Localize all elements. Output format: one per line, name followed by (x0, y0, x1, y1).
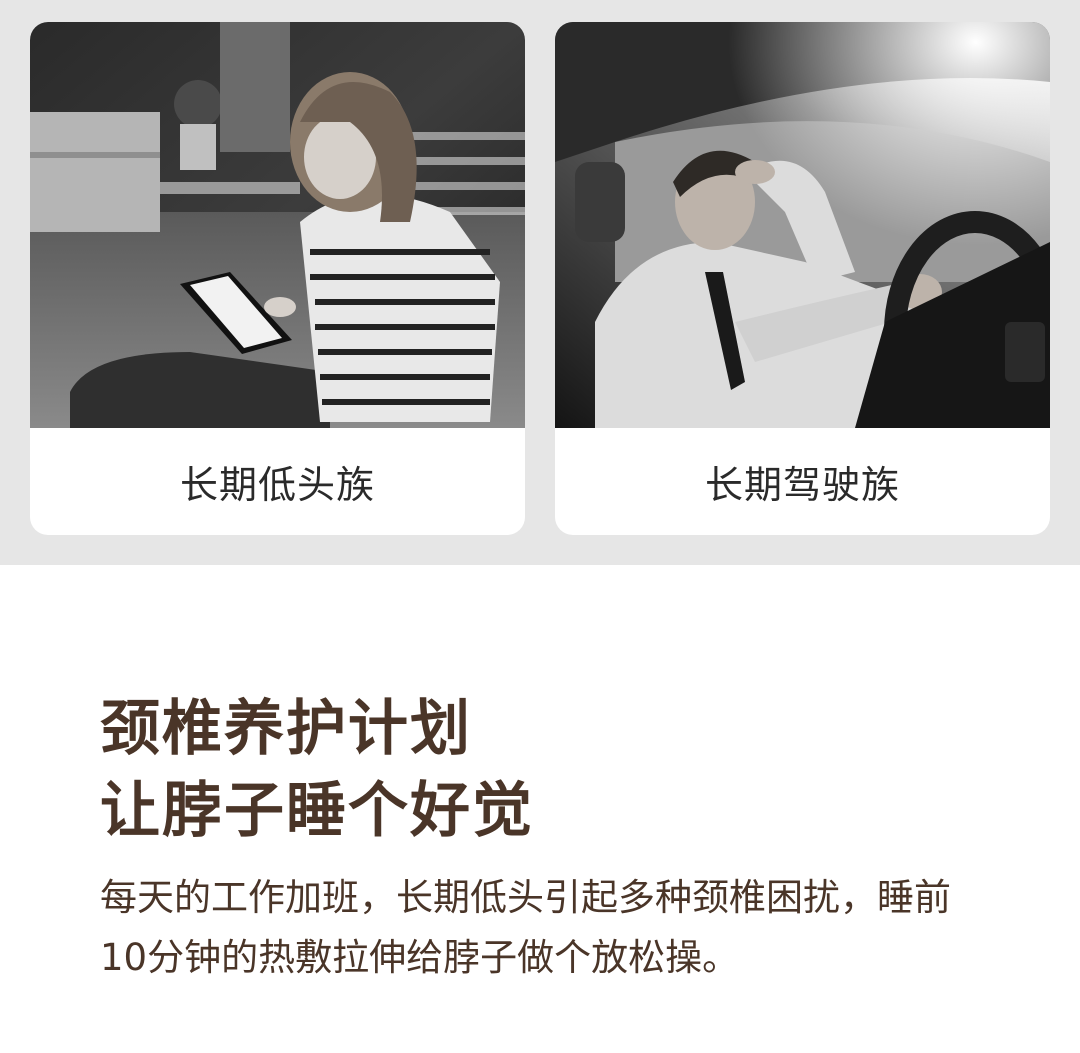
card-long-driving: 长期驾驶族 (555, 22, 1050, 535)
card-caption: 长期驾驶族 (704, 463, 900, 507)
card-caption: 长期低头族 (179, 463, 375, 507)
photo-cards-section: 长期低头族 长期驾驶族 (0, 0, 1080, 565)
man-driving-car-photo (555, 22, 1050, 428)
headline-line-1: 颈椎养护计划 (100, 694, 472, 764)
woman-with-tablet-photo (30, 22, 525, 428)
description-paragraph: 每天的工作加班，长期低头引起多种颈椎困扰，睡前10分钟的热敷拉伸给脖子做个放松操… (100, 876, 951, 979)
card-head-down: 长期低头族 (30, 22, 525, 535)
page-headline: 颈椎养护计划 让脖子睡个好觉 (100, 688, 1000, 852)
headline-line-2: 让脖子睡个好觉 (100, 776, 534, 846)
